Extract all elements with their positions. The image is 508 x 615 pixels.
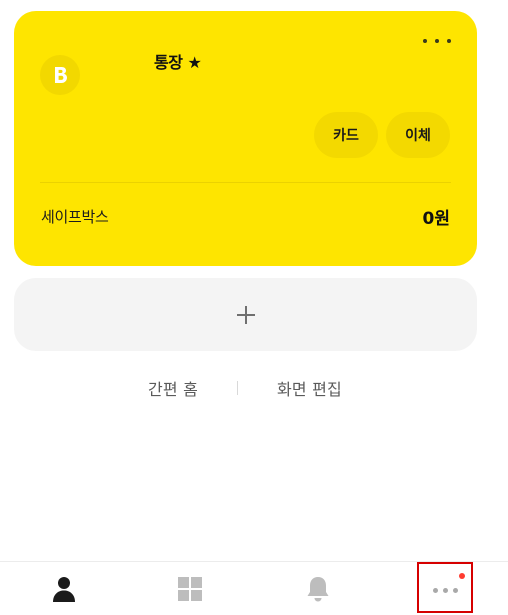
grid-icon (178, 576, 202, 601)
tab-more[interactable] (417, 562, 473, 613)
transfer-button[interactable]: 이체 (386, 112, 450, 158)
bank-logo-glyph (55, 67, 67, 83)
person-icon (53, 576, 75, 602)
add-account-button[interactable] (14, 278, 477, 351)
bank-logo-icon (40, 55, 80, 95)
link-separator (237, 381, 238, 395)
safebox-amount: 0원 (422, 209, 450, 229)
plus-icon (236, 305, 255, 324)
tab-home[interactable] (34, 562, 94, 615)
safebox-label[interactable]: 세이프박스 (41, 206, 109, 227)
card-button[interactable]: 카드 (314, 112, 378, 158)
notification-badge (459, 573, 465, 579)
edit-screen-link[interactable]: 화면 편집 (277, 376, 342, 400)
footer-links: 간편 홈 화면 편집 (0, 376, 490, 402)
more-dots-icon (432, 588, 458, 593)
more-dot (447, 39, 451, 43)
tab-alerts[interactable] (288, 562, 348, 615)
bottom-tab-bar (0, 561, 508, 615)
account-card[interactable]: 통장 ★ 카드 이체 세이프박스 0원 (14, 11, 477, 266)
tab-menu[interactable] (160, 562, 220, 615)
bell-icon (307, 576, 329, 601)
more-dot (423, 39, 427, 43)
more-dot (435, 39, 439, 43)
card-divider (40, 182, 451, 183)
simple-home-link[interactable]: 간편 홈 (148, 376, 198, 400)
more-horizontal-icon[interactable] (423, 29, 451, 53)
account-name[interactable]: 통장 ★ (154, 49, 202, 73)
